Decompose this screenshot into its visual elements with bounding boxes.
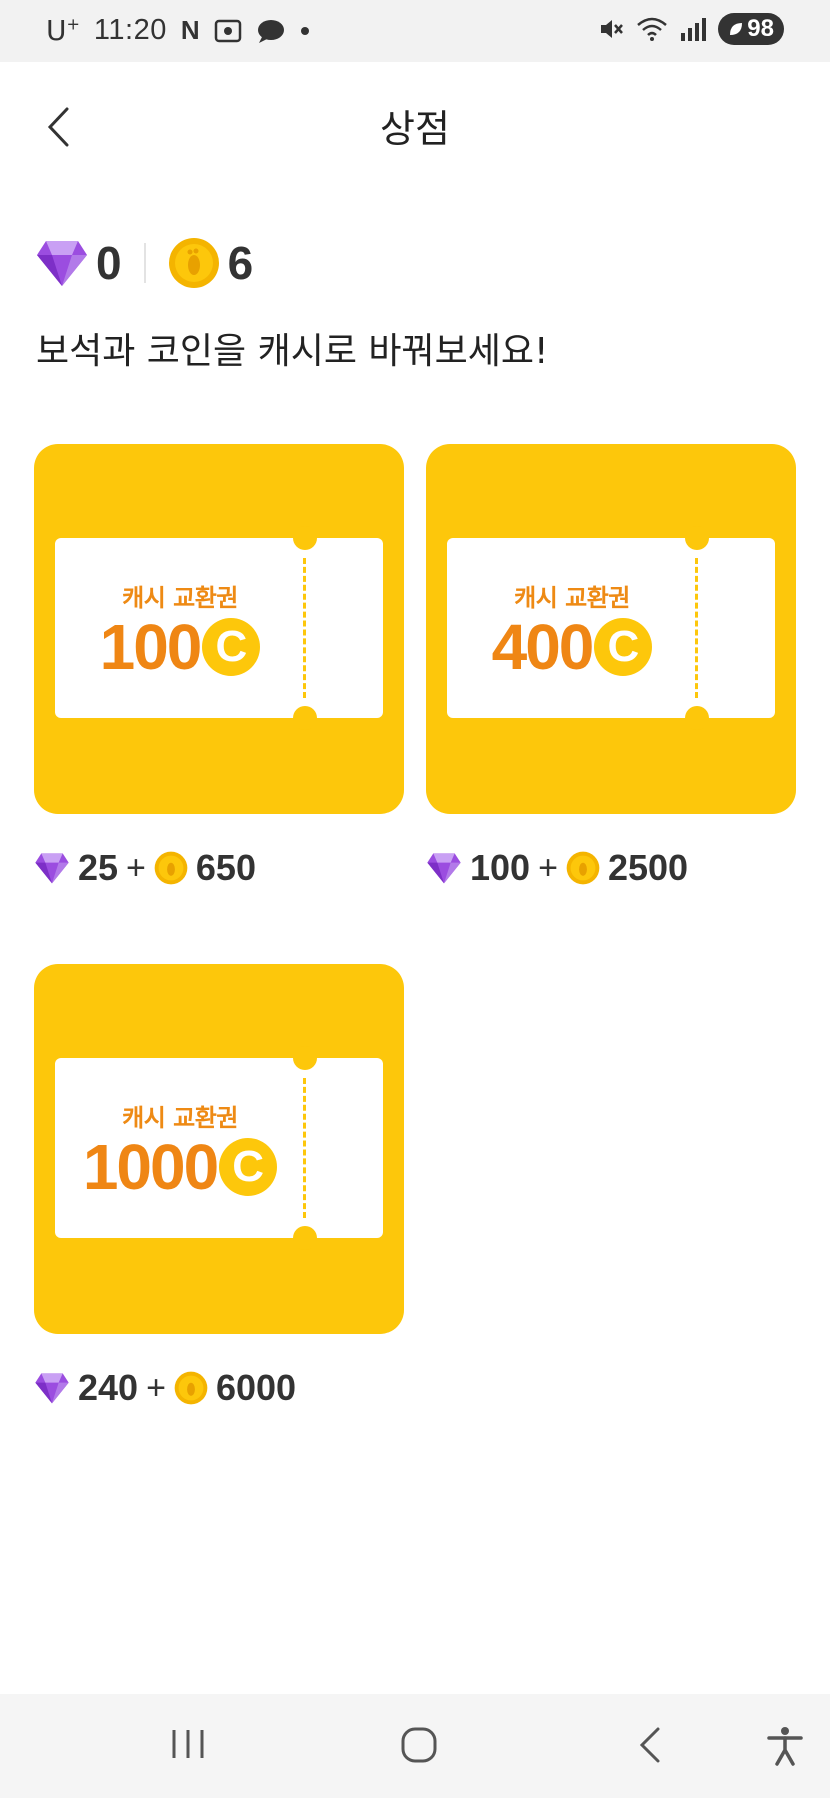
accessibility-icon: [767, 1727, 803, 1766]
ticket-amount: 400 C: [447, 610, 697, 684]
home-icon: [401, 1727, 437, 1763]
ticket-amount-value: 400: [491, 611, 595, 683]
page-title: 상점: [380, 107, 450, 151]
product-card-100[interactable]: 캐시 교환권 100 C: [34, 444, 404, 814]
gem-icon: [37, 241, 87, 286]
gem-balance: 0: [96, 237, 122, 289]
ticket-label: 캐시 교환권: [514, 584, 630, 612]
status-right: 98: [598, 13, 784, 45]
cash-c-icon: C: [594, 618, 653, 676]
battery-indicator: 98: [718, 13, 784, 45]
price-row-400: 100 + 2500: [426, 846, 688, 890]
battery-level: 98: [747, 15, 774, 42]
gem-price: 100: [470, 847, 531, 888]
header: 상점: [0, 62, 830, 186]
screenshot-icon: [214, 19, 241, 42]
ticket-label: 캐시 교환권: [122, 584, 238, 612]
ticket-notch: [685, 706, 709, 730]
home-button[interactable]: [400, 1726, 438, 1764]
ticket-notch: [685, 526, 709, 550]
gem-icon: [427, 853, 461, 884]
cash-ticket: 캐시 교환권 100 C: [55, 526, 383, 730]
plus-sign: +: [538, 848, 558, 887]
plus-sign: +: [146, 1368, 166, 1407]
price-row-1000: 240 + 6000: [34, 1366, 296, 1410]
plus-sign: +: [126, 848, 146, 887]
recent-apps-button[interactable]: [168, 1726, 208, 1762]
coin-price: 2500: [607, 847, 689, 888]
ticket-notch: [293, 706, 317, 730]
clock: 11:20: [93, 14, 167, 46]
ticket-notch: [293, 1226, 317, 1250]
ticket-amount: 1000 C: [55, 1130, 305, 1204]
system-nav-bar: [0, 1694, 830, 1798]
carrier-text: U: [46, 14, 67, 47]
carrier-sup: +: [66, 14, 80, 34]
notification-n-icon: N: [180, 15, 200, 45]
mute-icon: [601, 20, 624, 38]
coin-balance: 6: [227, 237, 254, 289]
product-card-1000[interactable]: 캐시 교환권 1000 C: [34, 964, 404, 1334]
ticket-amount: 100 C: [55, 610, 305, 684]
ticket-notch: [293, 526, 317, 550]
price-row-100: 25 + 650: [34, 846, 256, 890]
signal-icon: [681, 18, 707, 41]
status-left: U+ 11:20 N: [46, 14, 310, 47]
ticket-amount-value: 1000: [82, 1131, 219, 1203]
cash-ticket: 캐시 교환권 400 C: [447, 526, 775, 730]
coin-price: 650: [195, 847, 256, 888]
cash-c-icon: C: [219, 1138, 278, 1196]
gem-price: 25: [78, 847, 119, 888]
gem-price: 240: [78, 1367, 139, 1408]
coin-icon: [168, 238, 219, 288]
gem-icon: [35, 1373, 69, 1404]
coin-price: 6000: [215, 1367, 297, 1408]
wifi-icon: [637, 17, 668, 41]
leaf-icon: [730, 23, 743, 35]
balance-row: 0 6: [36, 236, 253, 290]
dot-icon: [300, 26, 309, 35]
coin-icon: [154, 851, 188, 885]
ticket-amount-value: 100: [99, 611, 203, 683]
gem-icon: [35, 853, 69, 884]
carrier-label: U+: [46, 14, 80, 47]
cash-ticket: 캐시 교환권 1000 C: [55, 1046, 383, 1250]
ticket-notch: [293, 1046, 317, 1070]
nav-back-icon: [639, 1727, 660, 1763]
subtitle: 보석과 코인을 캐시로 바꿔보세요!: [36, 331, 549, 372]
status-bar: U+ 11:20 N 98: [0, 0, 830, 62]
recent-apps-icon: [172, 1730, 204, 1758]
ticket-label: 캐시 교환권: [122, 1104, 238, 1132]
chat-bubble-icon: [257, 19, 284, 43]
nav-back-button[interactable]: [636, 1726, 664, 1764]
coin-icon: [174, 1371, 208, 1405]
accessibility-button[interactable]: [766, 1726, 804, 1766]
cash-c-icon: C: [202, 618, 261, 676]
balance-divider: [143, 243, 146, 283]
coin-icon: [566, 851, 600, 885]
product-card-400[interactable]: 캐시 교환권 400 C: [426, 444, 796, 814]
